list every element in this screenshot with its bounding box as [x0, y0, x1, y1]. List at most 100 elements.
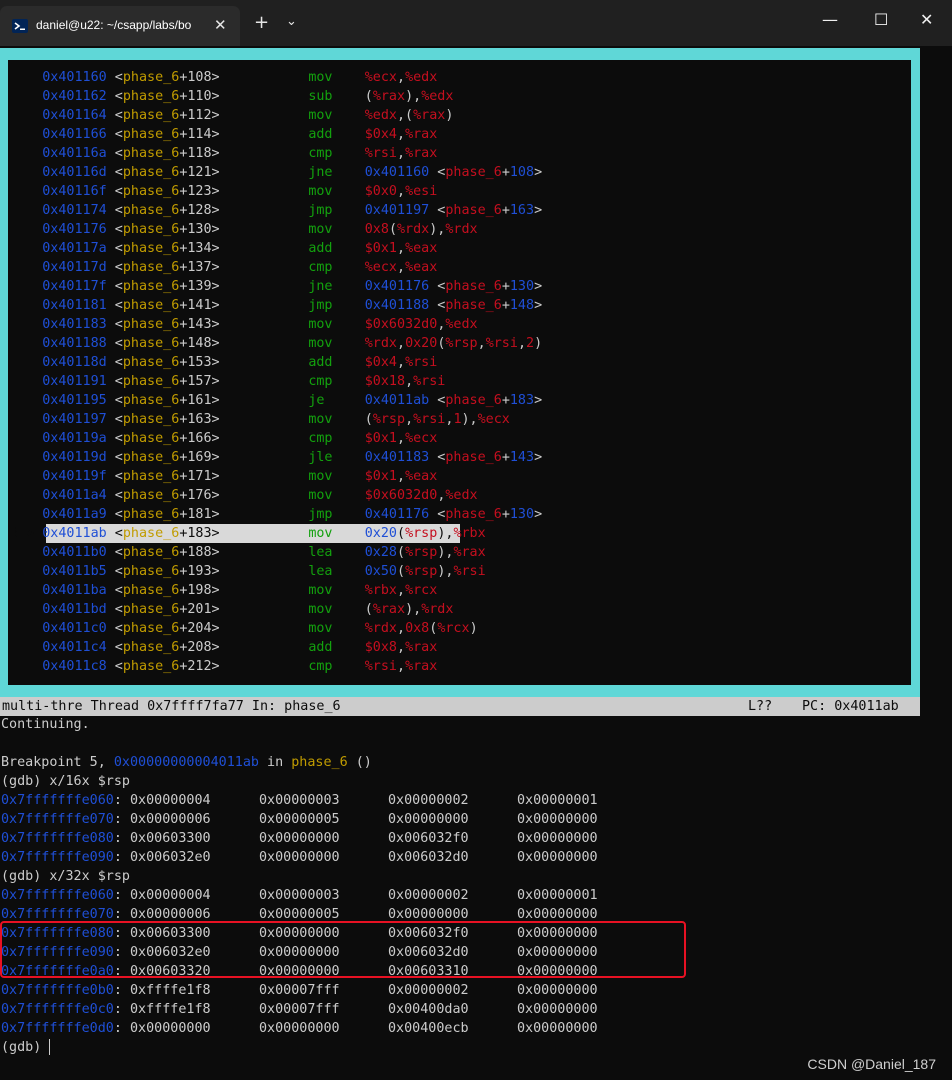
breakpoint-marker [10, 564, 42, 579]
memory-value: 0x00000000 [468, 907, 598, 922]
disasm-row: 0x4011c8 <phase_6+212> cmp %rsi,%rax [10, 657, 437, 676]
function-name: phase_6 [122, 412, 180, 427]
operand: ) [445, 108, 454, 123]
terminal-tab[interactable]: daniel@u22: ~/csapp/labs/bo ✕ [0, 6, 240, 46]
disasm-row: 0x4011ba <phase_6+198> mov %rbx,%rcx [10, 581, 437, 600]
operand: ( [397, 564, 406, 579]
pad [220, 70, 309, 85]
plus-icon[interactable]: + [254, 12, 269, 33]
operand: %esi [405, 184, 438, 199]
maximize-icon[interactable]: ☐ [874, 10, 888, 29]
operand: ), [405, 89, 422, 104]
breakpoint-address: 0x00000000004011ab [113, 755, 259, 770]
function-name: phase_6 [122, 336, 180, 351]
operand: %ecx [477, 412, 510, 427]
instruction-address: 0x401181 [42, 298, 107, 313]
mnemonic: mov [308, 526, 365, 541]
memory-address: 0x7fffffffe070 [1, 812, 114, 827]
operand: 0x401183 [364, 450, 430, 465]
mnemonic: sub [308, 89, 365, 104]
pad [220, 564, 309, 579]
operand: %ecx [405, 431, 438, 446]
memory-address: 0x7fffffffe080 [1, 831, 114, 846]
breakpoint-marker [10, 583, 42, 598]
disasm-row: 0x40116a <phase_6+118> cmp %rsi,%rax [10, 144, 437, 163]
operand: %eax [405, 469, 438, 484]
instruction-address: 0x401188 [42, 336, 107, 351]
gdb-command: (gdb) x/16x $rsp [1, 774, 130, 789]
terminal-body[interactable]: 0x401160 <phase_6+108> mov %ecx,%edx 0x4… [0, 46, 952, 1080]
operand: ( [364, 602, 373, 617]
operand: %rcx [437, 621, 470, 636]
operand: ,( [397, 108, 414, 123]
memory-value: 0x00000001 [468, 793, 598, 808]
punct: < [106, 317, 123, 332]
operand: < [429, 298, 446, 313]
operand: %rdx [364, 336, 397, 351]
mnemonic: jmp [308, 203, 365, 218]
operand: , [397, 469, 406, 484]
pad [220, 545, 309, 560]
pad [220, 260, 309, 275]
breakpoint-marker [10, 279, 42, 294]
offset: +112> [179, 108, 220, 123]
pad [220, 393, 309, 408]
instruction-address: 0x401160 [42, 70, 107, 85]
terminal-icon [12, 19, 28, 33]
operand: ), [429, 222, 446, 237]
breakpoint-marker [10, 374, 42, 389]
operand: %rax [405, 127, 438, 142]
chevron-down-icon[interactable]: ⌄ [286, 14, 297, 29]
memory-address: 0x7fffffffe060 [1, 793, 114, 808]
disasm-row: 0x40117a <phase_6+134> add $0x1,%eax [10, 239, 437, 258]
memory-value: 0x00000000 [468, 1002, 598, 1017]
memory-value: 0x00603300 [121, 831, 211, 846]
offset: +198> [179, 583, 220, 598]
function-name: phase_6 [122, 127, 180, 142]
minimize-icon[interactable]: — [822, 10, 838, 29]
memory-value: 0x00000003 [210, 888, 340, 903]
operand: %rax [413, 108, 446, 123]
punct: < [106, 336, 123, 351]
operand: < [429, 165, 446, 180]
pad [220, 127, 309, 142]
memory-value: 0x00000005 [210, 812, 340, 827]
operand: 0x8 [405, 621, 430, 636]
close-icon[interactable]: ✕ [920, 10, 933, 29]
mnemonic: mov [308, 469, 365, 484]
function-name: phase_6 [122, 241, 180, 256]
operand: + [501, 393, 510, 408]
pad [220, 184, 309, 199]
operand: $0x4 [364, 355, 397, 370]
operand: 163 [509, 203, 535, 218]
operand: %rax [372, 602, 406, 617]
operand: 0x401160 [364, 165, 430, 180]
instruction-address: 0x401191 [42, 374, 107, 389]
operand: %rsi [364, 659, 397, 674]
instruction-address: 0x4011bd [42, 602, 107, 617]
punct: < [106, 298, 123, 313]
offset: +114> [179, 127, 220, 142]
operand: 0x20 [364, 526, 397, 541]
operand: 130 [509, 507, 535, 522]
operand: %edx [445, 488, 478, 503]
operand: + [501, 203, 510, 218]
gdb-command: (gdb) x/32x $rsp [1, 869, 130, 884]
mnemonic: mov [308, 70, 365, 85]
operand: $0x1 [364, 431, 397, 446]
operand: $0x6032d0 [364, 488, 438, 503]
disasm-row: 0x4011a4 <phase_6+176> mov $0x6032d0,%ed… [10, 486, 478, 505]
status-pc: PC: 0x4011ab [802, 699, 899, 714]
operand: ), [405, 602, 422, 617]
operand: 1 [453, 412, 462, 427]
instruction-address: 0x40117f [42, 279, 107, 294]
text-cursor [49, 1039, 51, 1055]
disasm-row: 0x4011b0 <phase_6+188> lea 0x28(%rsp),%r… [10, 543, 485, 562]
mnemonic: add [308, 241, 365, 256]
operand: + [501, 279, 510, 294]
close-icon[interactable]: ✕ [214, 16, 227, 34]
pad [220, 241, 309, 256]
operand: ), [437, 526, 454, 541]
operand: %rsp [405, 545, 438, 560]
operand: , [397, 70, 406, 85]
